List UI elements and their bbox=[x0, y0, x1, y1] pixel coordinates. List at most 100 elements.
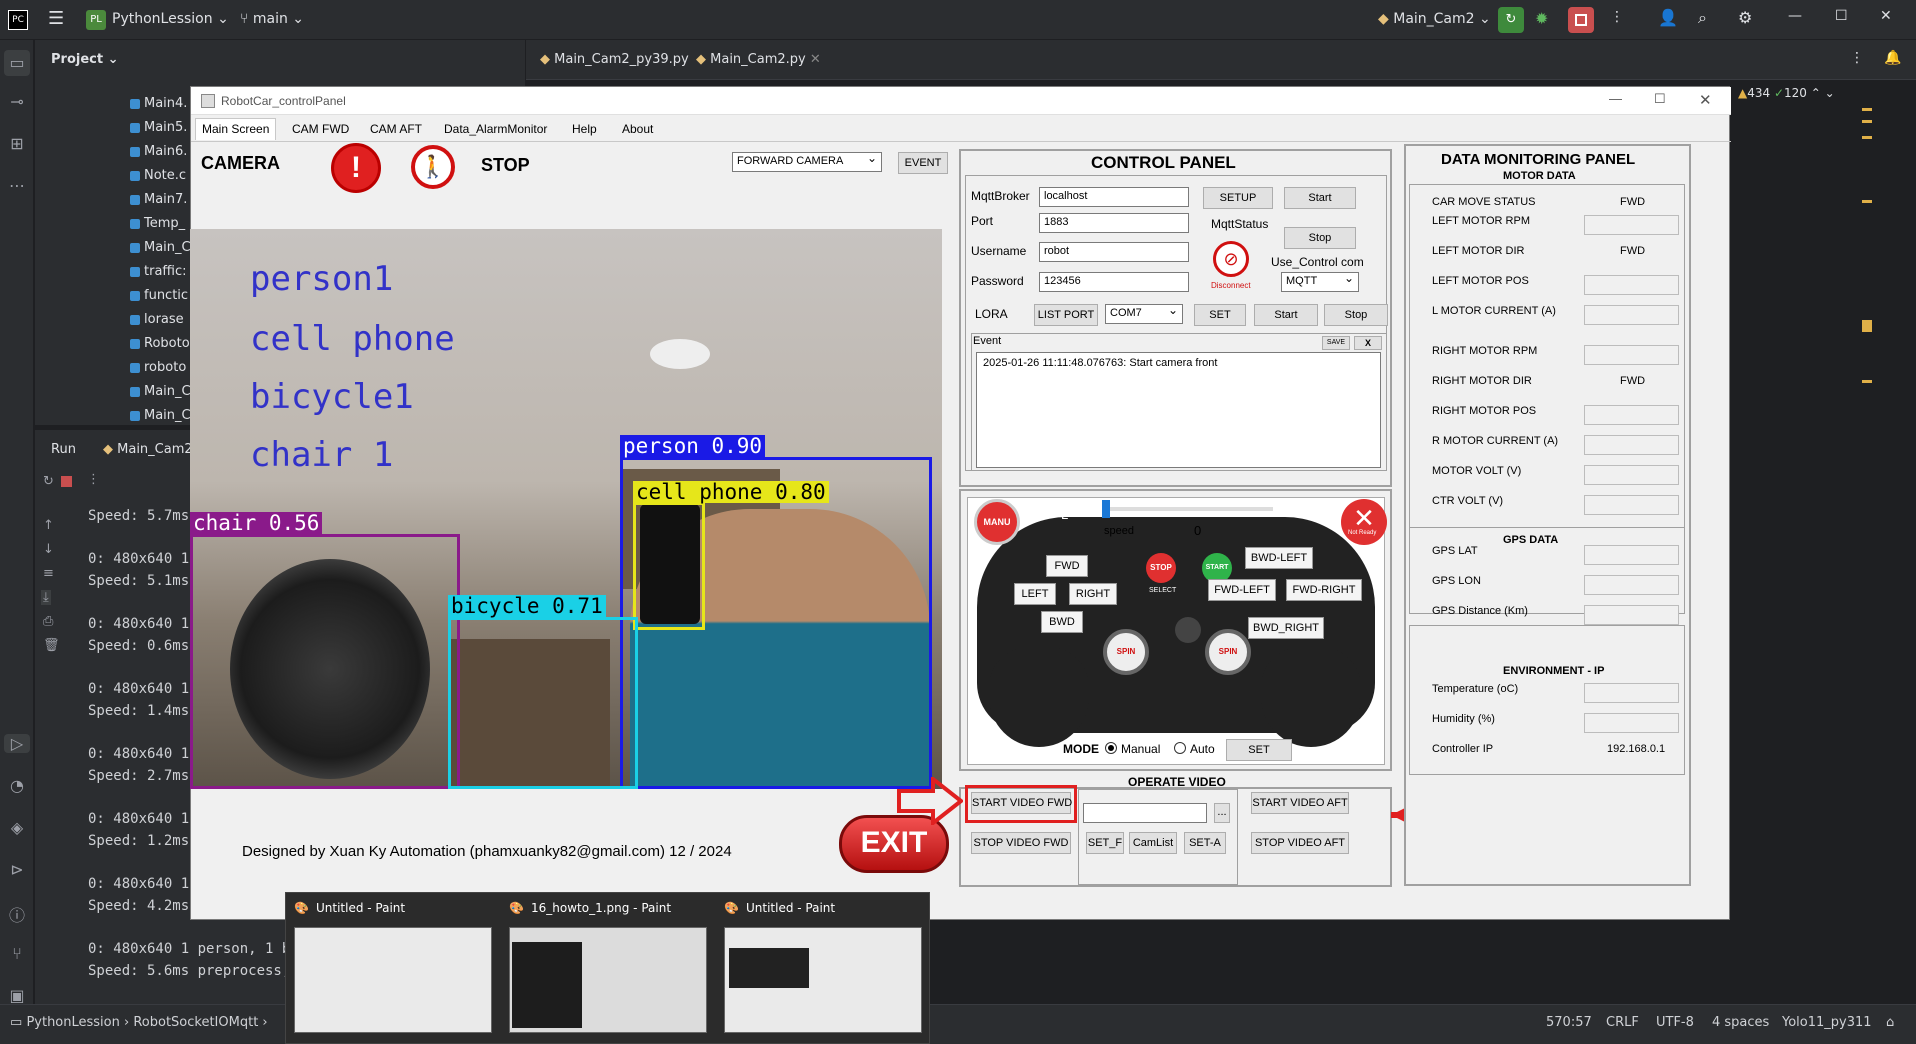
video-path-input[interactable] bbox=[1083, 803, 1207, 823]
stop-button[interactable] bbox=[1568, 7, 1594, 33]
spin-left-button[interactable]: SPIN bbox=[1103, 629, 1149, 675]
event-button[interactable]: EVENT bbox=[898, 152, 948, 174]
stop-video-fwd-button[interactable]: STOP VIDEO FWD bbox=[971, 832, 1071, 854]
settings-gear-icon[interactable]: ⚙ bbox=[1738, 8, 1752, 27]
trash-icon[interactable]: 🗑 bbox=[43, 638, 60, 653]
center-button[interactable] bbox=[1175, 617, 1201, 643]
run-config-tab[interactable]: ◆ Main_Cam2 bbox=[103, 442, 193, 457]
run-tool-icon[interactable]: ▷ bbox=[4, 734, 30, 753]
maximize-icon[interactable]: ☐ bbox=[1835, 8, 1848, 24]
tab-help[interactable]: Help bbox=[565, 118, 604, 140]
project-tree-item[interactable]: traffic: bbox=[130, 264, 187, 279]
line-ending[interactable]: CRLF bbox=[1606, 1015, 1639, 1030]
search-icon[interactable]: ⌕ bbox=[1698, 8, 1707, 28]
taskbar-window-3[interactable]: 🎨 Untitled - Paint bbox=[716, 893, 931, 1044]
project-tree-item[interactable]: Main7. bbox=[130, 192, 187, 207]
rerun-button[interactable]: ↻ bbox=[1498, 7, 1524, 33]
camlist-button[interactable]: CamList bbox=[1129, 832, 1177, 854]
project-tree-item[interactable]: Main_C bbox=[130, 384, 191, 399]
more-actions-icon[interactable]: ⋮ bbox=[1610, 9, 1624, 25]
project-tree-item[interactable]: Main4. bbox=[130, 96, 187, 111]
mode-manual-radio[interactable] bbox=[1105, 742, 1117, 754]
close-tab-icon[interactable]: ✕ bbox=[810, 52, 821, 67]
mqtt-broker-input[interactable]: localhost bbox=[1039, 187, 1189, 207]
layers-icon[interactable]: ◈ bbox=[4, 818, 30, 837]
project-tree-item[interactable]: roboto bbox=[130, 360, 186, 375]
services-icon[interactable]: ⊳ bbox=[4, 860, 30, 879]
git-icon[interactable]: ⑂ bbox=[4, 944, 30, 963]
bwd-right-button[interactable]: BWD_RIGHT bbox=[1248, 617, 1324, 639]
project-tree-item[interactable]: Main_C bbox=[130, 408, 191, 423]
terminal-icon[interactable]: ▣ bbox=[4, 986, 30, 1005]
speed-slider-track[interactable] bbox=[1103, 507, 1273, 511]
stop-video-aft-button[interactable]: STOP VIDEO AFT bbox=[1251, 832, 1349, 854]
print-icon[interactable]: ⎙ bbox=[43, 614, 53, 629]
speed-slider-thumb[interactable] bbox=[1102, 500, 1110, 518]
scroll-down-icon[interactable]: ↓ bbox=[43, 542, 54, 557]
camera-select[interactable]: FORWARD CAMERA bbox=[732, 151, 882, 172]
soft-wrap-icon[interactable]: ≡ bbox=[43, 566, 54, 581]
fwd-right-button[interactable]: FWD-RIGHT bbox=[1286, 579, 1362, 601]
maximize-icon[interactable]: ☐ bbox=[1654, 91, 1666, 107]
editor-tab-1[interactable]: ◆ Main_Cam2_py39.py bbox=[540, 52, 689, 67]
mqtt-start-button[interactable]: Start bbox=[1284, 187, 1356, 209]
username-input[interactable]: robot bbox=[1039, 242, 1189, 262]
lora-start-button[interactable]: Start bbox=[1254, 304, 1318, 326]
tab-cam-aft[interactable]: CAM AFT bbox=[363, 118, 429, 140]
tab-data-alarm-monitor[interactable]: Data_AlarmMonitor bbox=[437, 118, 554, 140]
mqtt-stop-button[interactable]: Stop bbox=[1284, 227, 1356, 249]
run-config-selector[interactable]: ◆ Main_Cam2 ⌄ bbox=[1378, 11, 1491, 27]
main-menu-icon[interactable]: ☰ bbox=[48, 8, 64, 29]
save-event-button[interactable]: SAVE bbox=[1322, 336, 1350, 350]
branch-switcher[interactable]: ⑂ main ⌄ bbox=[240, 11, 304, 27]
folder-icon[interactable]: ▭ bbox=[4, 50, 30, 76]
python-console-icon[interactable]: ◔ bbox=[4, 776, 30, 795]
use-control-select[interactable]: MQTT bbox=[1281, 271, 1359, 292]
project-tree-item[interactable]: functic bbox=[130, 288, 188, 303]
port-input[interactable]: 1883 bbox=[1039, 213, 1189, 233]
scroll-up-icon[interactable]: ↑ bbox=[43, 518, 54, 533]
list-port-button[interactable]: LIST PORT bbox=[1034, 304, 1098, 326]
com-port-select[interactable]: COM7 bbox=[1105, 303, 1183, 324]
start-video-aft-button[interactable]: START VIDEO AFT bbox=[1251, 792, 1349, 814]
project-tree-item[interactable]: Note.c bbox=[130, 168, 186, 183]
caret-position[interactable]: 570:57 bbox=[1546, 1015, 1592, 1030]
setup-button[interactable]: SETUP bbox=[1203, 187, 1273, 209]
problems-icon[interactable]: ⓘ bbox=[4, 902, 30, 926]
manu-button[interactable]: MANU bbox=[974, 499, 1020, 545]
project-tree-item[interactable]: Temp_ bbox=[130, 216, 185, 231]
minimize-icon[interactable]: — bbox=[1788, 8, 1802, 24]
structure-icon[interactable]: ⊞ bbox=[4, 134, 30, 153]
stop-round-button[interactable]: STOP bbox=[1146, 553, 1176, 583]
tab-options-icon[interactable]: ⋮ bbox=[1850, 50, 1864, 66]
minimize-icon[interactable]: — bbox=[1609, 91, 1622, 106]
project-panel-title[interactable]: Project ⌄ bbox=[51, 52, 119, 67]
inspection-summary[interactable]: ▲434 ✓120 ⌃ ⌄ bbox=[1738, 86, 1835, 100]
project-tree-item[interactable]: lorase bbox=[130, 312, 184, 327]
browse-button[interactable]: ... bbox=[1214, 803, 1230, 823]
tab-cam-fwd[interactable]: CAM FWD bbox=[285, 118, 356, 140]
clear-event-button[interactable]: X bbox=[1354, 336, 1382, 350]
project-tree-item[interactable]: Main_C bbox=[130, 240, 191, 255]
left-button[interactable]: LEFT bbox=[1014, 583, 1056, 605]
notifications-icon[interactable]: 🔔 bbox=[1884, 50, 1901, 66]
bwd-left-button[interactable]: BWD-LEFT bbox=[1245, 547, 1313, 569]
tab-about[interactable]: About bbox=[615, 118, 660, 140]
lora-stop-button[interactable]: Stop bbox=[1324, 304, 1388, 326]
password-input[interactable]: 123456 bbox=[1039, 272, 1189, 292]
event-log-text[interactable]: 2025-01-26 11:11:48.076763: Start camera… bbox=[976, 352, 1381, 468]
set-a-button[interactable]: SET-A bbox=[1184, 832, 1226, 854]
close-icon[interactable]: ✕ bbox=[1880, 8, 1892, 24]
project-tree-item[interactable]: Main6. bbox=[130, 144, 187, 159]
debug-icon[interactable]: ✹ bbox=[1535, 9, 1548, 28]
editor-tab-2[interactable]: ◆ Main_Cam2.py ✕ bbox=[696, 52, 821, 67]
taskbar-window-1[interactable]: 🎨 Untitled - Paint bbox=[286, 893, 501, 1044]
close-icon[interactable]: ✕ bbox=[1699, 91, 1712, 109]
add-user-icon[interactable]: 👤 bbox=[1658, 8, 1678, 27]
more-tools-icon[interactable]: ⋯ bbox=[4, 176, 30, 195]
project-switcher[interactable]: PythonLession ⌄ bbox=[112, 11, 229, 27]
run-tab[interactable]: Run bbox=[51, 442, 76, 457]
lora-set-button[interactable]: SET bbox=[1194, 304, 1246, 326]
start-video-fwd-button[interactable]: START VIDEO FWD bbox=[971, 792, 1072, 814]
scroll-to-end-icon[interactable]: ⤓ bbox=[41, 590, 51, 605]
